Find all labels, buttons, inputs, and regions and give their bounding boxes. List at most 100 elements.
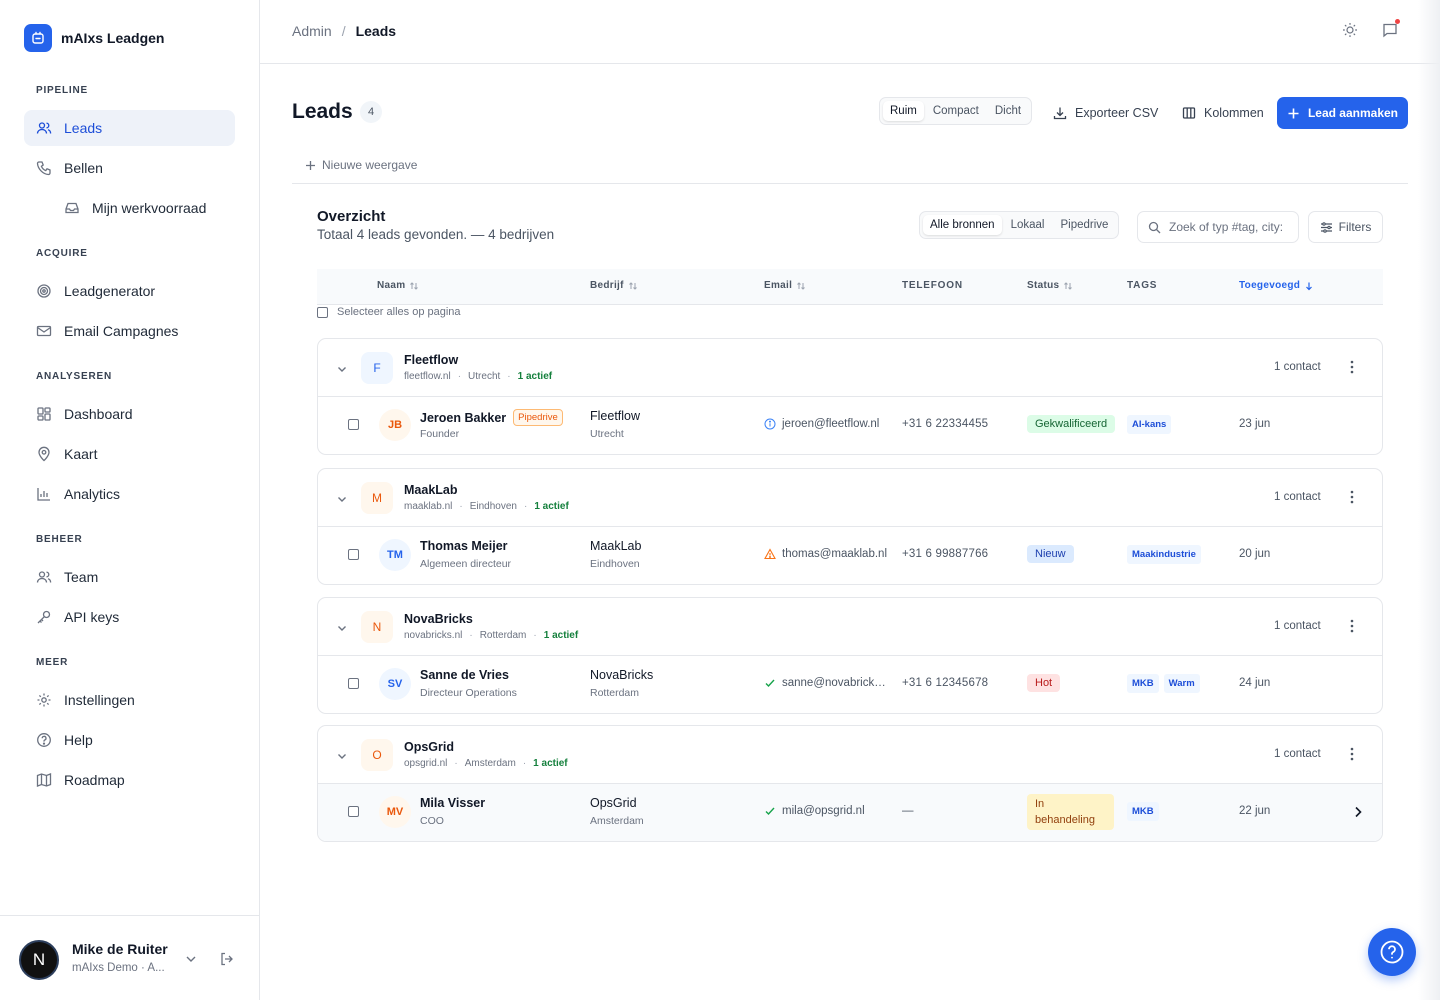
sidebar-item-leadgenerator[interactable]: Leadgenerator: [24, 273, 235, 309]
sidebar-item-roadmap[interactable]: Roadmap: [24, 762, 235, 798]
lead-email[interactable]: mila@opsgrid.nl: [782, 805, 865, 817]
filters-button[interactable]: Filters: [1308, 211, 1383, 243]
table-row[interactable]: SV Sanne de Vries Directeur Operations N…: [318, 656, 1382, 713]
tag[interactable]: Maakindustrie: [1127, 545, 1201, 564]
table-row[interactable]: JB Jeroen Bakker Pipedrive Founder Fleetf…: [318, 397, 1382, 454]
tag[interactable]: Warm: [1163, 674, 1200, 693]
sidebar-item-bellen[interactable]: Bellen: [24, 150, 235, 186]
brand[interactable]: mAIxs Leadgen: [24, 24, 164, 52]
column-header-bedrijf[interactable]: Bedrijf: [590, 280, 638, 291]
row-checkbox[interactable]: [348, 806, 359, 817]
sidebar-item-kaart[interactable]: Kaart: [24, 436, 235, 472]
team-icon: [36, 569, 52, 585]
chevron-right-icon[interactable]: [1352, 805, 1364, 819]
arrow-down-icon: [1304, 281, 1314, 291]
lead-phone[interactable]: +31 6 12345678: [902, 677, 988, 689]
company-group-header[interactable]: M MaakLab maaklab.nl · Eindhoven · 1 actie…: [318, 469, 1382, 527]
chevron-down-icon[interactable]: [336, 622, 348, 634]
lead-phone[interactable]: +31 6 99887766: [902, 548, 988, 560]
company-group-header[interactable]: O OpsGrid opsgrid.nl · Amsterdam · 1 actie…: [318, 726, 1382, 784]
company-group-header[interactable]: N NovaBricks novabricks.nl · Rotterdam · 1…: [318, 598, 1382, 656]
sidebar-item-help[interactable]: Help: [24, 722, 235, 758]
company-name[interactable]: NovaBricks: [404, 612, 473, 626]
lead-email[interactable]: thomas@maaklab.nl: [782, 548, 887, 560]
density-ruim[interactable]: Ruim: [883, 101, 924, 121]
table-row[interactable]: TM Thomas Meijer Algemeen directeur Maak…: [318, 527, 1382, 584]
lead-city: Amsterdam: [590, 815, 644, 827]
chevron-down-icon[interactable]: [184, 952, 198, 966]
bar-chart-icon: [36, 486, 52, 502]
company-domain[interactable]: fleetflow.nl: [404, 371, 451, 382]
more-vertical-icon[interactable]: [1344, 489, 1360, 505]
sidebar-item-label: Analytics: [64, 486, 121, 502]
company-name[interactable]: OpsGrid: [404, 740, 454, 754]
lead-name[interactable]: Jeroen Bakker: [420, 411, 506, 425]
source-lokaal[interactable]: Lokaal: [1004, 215, 1052, 235]
more-vertical-icon[interactable]: [1344, 746, 1360, 762]
density-compact[interactable]: Compact: [926, 101, 986, 121]
column-header-naam[interactable]: Naam: [377, 280, 419, 291]
select-all[interactable]: Selecteer alles op pagina: [317, 306, 461, 318]
chevron-down-icon[interactable]: [336, 750, 348, 762]
status-badge[interactable]: Nieuw: [1027, 545, 1074, 563]
source-all[interactable]: Alle bronnen: [923, 215, 1002, 235]
lead-email[interactable]: jeroen@fleetflow.nl: [782, 418, 879, 430]
lead-name[interactable]: Thomas Meijer: [420, 539, 508, 553]
columns-button[interactable]: Kolommen: [1182, 97, 1264, 129]
logout-icon[interactable]: [219, 951, 235, 967]
chevron-down-icon[interactable]: [336, 363, 348, 375]
sidebar-item-instellingen[interactable]: Instellingen: [24, 682, 235, 718]
lead-phone[interactable]: —: [902, 805, 914, 817]
lead-name[interactable]: Mila Visser: [420, 796, 485, 810]
density-dicht[interactable]: Dicht: [988, 101, 1028, 121]
lead-name-cell: Thomas Meijer: [420, 539, 508, 553]
row-checkbox[interactable]: [348, 549, 359, 560]
export-csv-button[interactable]: Exporteer CSV: [1053, 97, 1158, 129]
chevron-down-icon[interactable]: [336, 493, 348, 505]
company-name[interactable]: Fleetflow: [404, 353, 458, 367]
select-all-checkbox[interactable]: [317, 306, 328, 318]
company-domain[interactable]: novabricks.nl: [404, 630, 462, 641]
lead-email[interactable]: sanne@novabricks.nl: [782, 677, 890, 689]
column-header-email[interactable]: Email: [764, 280, 806, 291]
company-domain[interactable]: opsgrid.nl: [404, 758, 447, 769]
create-lead-button[interactable]: Lead aanmaken: [1277, 97, 1408, 129]
chat-icon[interactable]: [1382, 19, 1400, 38]
sidebar-item-analytics[interactable]: Analytics: [24, 476, 235, 512]
lead-phone[interactable]: +31 6 22334455: [902, 418, 988, 430]
column-header-status[interactable]: Status: [1027, 280, 1073, 291]
avatar[interactable]: N: [19, 940, 59, 980]
column-header-toegevoegd[interactable]: Toegevoegd: [1239, 280, 1314, 291]
tag[interactable]: MKB: [1127, 674, 1159, 693]
search-input[interactable]: [1169, 220, 1294, 234]
company-domain[interactable]: maaklab.nl: [404, 501, 452, 512]
sun-icon[interactable]: [1342, 22, 1358, 38]
user-menu[interactable]: N Mike de Ruiter mAIxs Demo · A...: [0, 915, 259, 1000]
row-checkbox[interactable]: [348, 419, 359, 430]
status-badge[interactable]: In behandeling: [1027, 794, 1114, 830]
sidebar-item-leads[interactable]: Leads: [24, 110, 235, 146]
lead-avatar: JB: [379, 409, 411, 441]
sidebar-item-email-campagnes[interactable]: Email Campagnes: [24, 313, 235, 349]
sidebar-item-mijn-werkvoorraad[interactable]: Mijn werkvoorraad: [52, 190, 235, 226]
breadcrumb-admin[interactable]: Admin: [292, 23, 332, 39]
help-button[interactable]: [1368, 928, 1416, 976]
sidebar-item-api-keys[interactable]: API keys: [24, 599, 235, 635]
lead-company: MaakLab: [590, 539, 642, 553]
tag[interactable]: AI-kans: [1127, 415, 1172, 434]
sidebar-item-dashboard[interactable]: Dashboard: [24, 396, 235, 432]
more-vertical-icon[interactable]: [1344, 359, 1360, 375]
tag[interactable]: MKB: [1127, 802, 1159, 821]
more-vertical-icon[interactable]: [1344, 618, 1360, 634]
row-checkbox[interactable]: [348, 678, 359, 689]
status-badge[interactable]: Gekwalificeerd: [1027, 415, 1116, 433]
new-view-button[interactable]: Nieuwe weergave: [305, 158, 417, 172]
lead-name[interactable]: Sanne de Vries: [420, 668, 509, 682]
sidebar-item-team[interactable]: Team: [24, 559, 235, 595]
company-name[interactable]: MaakLab: [404, 483, 458, 497]
source-pipedrive[interactable]: Pipedrive: [1053, 215, 1115, 235]
table-row[interactable]: MV Mila Visser COO OpsGrid Amsterdam mil…: [318, 784, 1382, 841]
sidebar-item-label: Instellingen: [64, 692, 135, 708]
company-group-header[interactable]: F Fleetflow fleetflow.nl · Utrecht · 1 act…: [318, 339, 1382, 397]
status-badge[interactable]: Hot: [1027, 674, 1061, 692]
